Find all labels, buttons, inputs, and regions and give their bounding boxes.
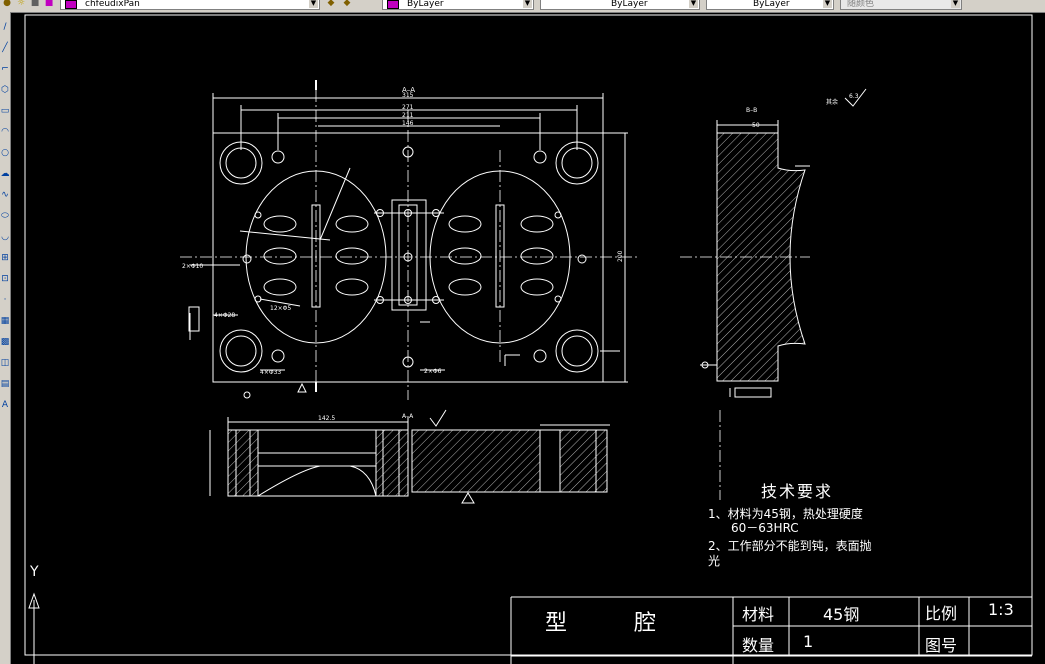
hatch-icon[interactable]: ▦ xyxy=(0,314,10,328)
ucs-y-label: Y xyxy=(30,564,39,580)
table-icon[interactable]: ▤ xyxy=(0,377,10,391)
rough-other-label: 其余 xyxy=(826,98,838,106)
scale-value: 1:3 xyxy=(988,600,1014,619)
color-value: ByLayer xyxy=(407,0,444,9)
layer-dropdown[interactable]: chfeudixPan ▼ xyxy=(60,0,320,10)
hole-2x10: 2×Φ10 xyxy=(182,263,203,270)
scale-label: 比例 xyxy=(925,604,958,623)
point-icon[interactable]: · xyxy=(0,293,10,307)
polyline-icon[interactable]: ⌐ xyxy=(0,62,10,76)
hole-4x33: 4×Φ33 xyxy=(260,369,281,376)
color-dropdown[interactable]: ByLayer ▼ xyxy=(382,0,534,10)
chevron-down-icon[interactable]: ▼ xyxy=(951,0,960,8)
ellipse-icon[interactable]: ⬭ xyxy=(0,209,10,223)
plan-view xyxy=(188,93,628,383)
xline-icon[interactable]: ╱ xyxy=(0,41,10,55)
material-label: 材料 xyxy=(742,605,775,624)
layer-states-icon[interactable]: ◆ xyxy=(342,0,352,8)
tech-requirements-title: 技术要求 xyxy=(761,482,834,501)
material-value: 45钢 xyxy=(823,605,860,624)
lineweight-dropdown[interactable]: ByLayer ▼ xyxy=(706,0,834,10)
hole-4x28: 4×Φ28 xyxy=(214,312,235,319)
lineweight-value: ByLayer xyxy=(753,0,790,9)
chevron-down-icon[interactable]: ▼ xyxy=(689,0,698,8)
side-section xyxy=(700,88,867,398)
circle-icon[interactable]: ○ xyxy=(0,146,10,160)
section-label-side: B–B xyxy=(746,107,757,114)
rough-value: 6.3 xyxy=(849,93,859,100)
dim-50: 50 xyxy=(752,122,760,129)
drawing-number-label: 图号 xyxy=(925,636,958,655)
quantity-value: 1 xyxy=(803,632,814,651)
insert-block-icon[interactable]: ⊞ xyxy=(0,251,10,265)
mtext-icon[interactable]: A xyxy=(0,398,10,412)
hole-2x6: 2×Φ6 xyxy=(424,368,442,375)
layer-previous-icon[interactable]: ◆ xyxy=(326,0,336,8)
part-name: 型 腔 xyxy=(545,611,686,636)
layer-swatch xyxy=(65,0,77,9)
bottom-section xyxy=(209,409,610,504)
cad-drawing: A–A 315 271 211 146 50 B–B 其余 6.3 142.5 … xyxy=(24,14,1033,664)
spline-icon[interactable]: ∿ xyxy=(0,188,10,202)
lock-icon[interactable]: ■ xyxy=(30,0,40,8)
linetype-value: ByLayer xyxy=(611,0,648,9)
region-icon[interactable]: ◫ xyxy=(0,356,10,370)
dim-146: 146 xyxy=(402,120,414,127)
layer-color-icon[interactable]: ■ xyxy=(44,0,54,8)
chevron-down-icon[interactable]: ▼ xyxy=(823,0,832,8)
plotstyle-value: 随颜色 xyxy=(847,0,875,9)
ucs-icon xyxy=(28,592,40,664)
rectangle-icon[interactable]: ▭ xyxy=(0,104,10,118)
dim-315: 315 xyxy=(402,92,414,99)
revcloud-icon[interactable]: ☁ xyxy=(0,167,10,181)
tech-requirement-1-cont: 60－63HRC xyxy=(731,521,799,535)
tech-requirement-2: 2、工作部分不能到钝，表面抛 xyxy=(708,539,872,553)
lightbulb-icon[interactable]: ● xyxy=(2,0,12,8)
polygon-icon[interactable]: ⬡ xyxy=(0,83,10,97)
make-block-icon[interactable]: ⊡ xyxy=(0,272,10,286)
sun-icon[interactable]: ☼ xyxy=(16,0,26,8)
tech-requirement-2-cont: 光 xyxy=(708,554,721,568)
section-label-bottom: A–A xyxy=(402,413,414,420)
arc-icon[interactable]: ◠ xyxy=(0,125,10,139)
line-icon[interactable]: / xyxy=(0,20,10,34)
layer-name: chfeudixPan xyxy=(85,0,140,9)
properties-toolbar: ● ☼ ■ ■ chfeudixPan ▼ ◆ ◆ ByLayer ▼ ByLa… xyxy=(0,0,1045,13)
chevron-down-icon[interactable]: ▼ xyxy=(309,0,318,8)
drawing-canvas[interactable]: A–A 315 271 211 146 50 B–B 其余 6.3 142.5 … xyxy=(11,13,1045,664)
linetype-dropdown[interactable]: ByLayer ▼ xyxy=(540,0,700,10)
color-swatch xyxy=(387,0,399,9)
dim-211: 211 xyxy=(402,112,414,119)
gradient-icon[interactable]: ▩ xyxy=(0,335,10,349)
draw-toolbar: / ╱ ⌐ ⬡ ▭ ◠ ○ ☁ ∿ ⬭ ◡ ⊞ ⊡ · ▦ ▩ ◫ ▤ A xyxy=(0,12,11,664)
quantity-label: 数量 xyxy=(742,636,775,655)
hole-12x5: 12×Φ5 xyxy=(270,305,291,312)
plotstyle-dropdown[interactable]: 随颜色 ▼ xyxy=(840,0,962,10)
dim-271: 271 xyxy=(402,104,414,111)
ellipse-arc-icon[interactable]: ◡ xyxy=(0,230,10,244)
dim-200: 200 xyxy=(617,250,624,262)
chevron-down-icon[interactable]: ▼ xyxy=(523,0,532,8)
dim-142-5: 142.5 xyxy=(318,415,335,422)
